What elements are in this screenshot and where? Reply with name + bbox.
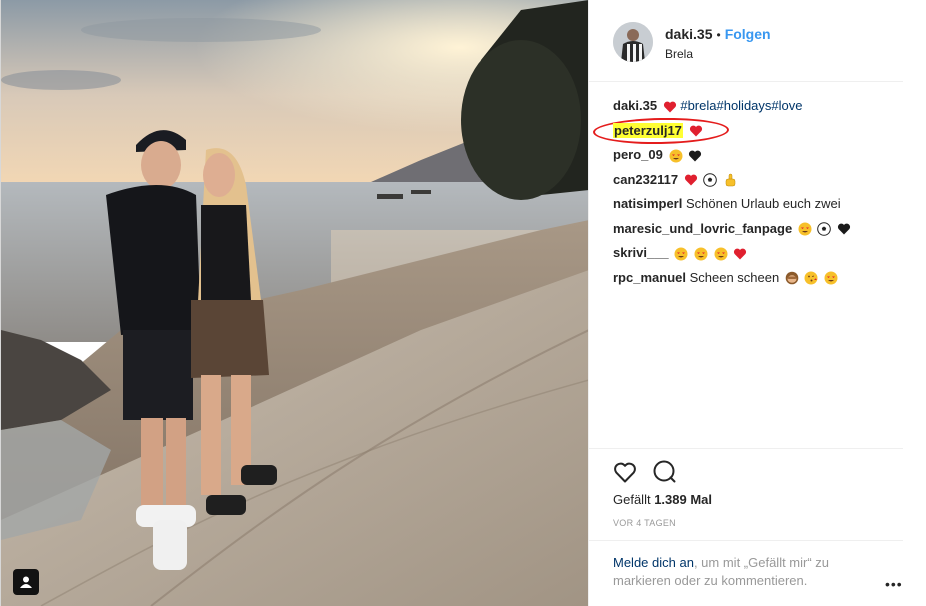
comment-username[interactable]: peterzulj17	[613, 122, 683, 138]
heart-eyes-emoji-icon	[714, 247, 728, 261]
actions-divider	[589, 448, 903, 449]
user-tag-icon	[20, 576, 32, 588]
likes-label: Gefällt	[613, 492, 651, 507]
soccer-ball-icon	[703, 173, 718, 187]
comment-username[interactable]: rpc_manuel	[613, 270, 686, 285]
separator-dot: •	[716, 28, 721, 42]
black-heart-icon	[688, 149, 702, 163]
heart-eyes-emoji-icon	[824, 271, 838, 285]
login-link[interactable]: Melde dich an	[613, 555, 694, 570]
avatar-image	[613, 22, 653, 62]
heart-outline-icon	[614, 462, 636, 483]
heart-eyes-emoji-icon	[674, 247, 688, 261]
black-heart-icon	[837, 222, 851, 236]
red-heart-icon	[684, 173, 698, 187]
comment-username[interactable]: natisimperl	[613, 196, 682, 211]
like-button[interactable]	[612, 459, 638, 485]
comment-row: peterzulj17	[613, 119, 903, 144]
user-tag-button[interactable]	[13, 569, 39, 595]
follow-button[interactable]: Folgen	[725, 26, 771, 42]
caption: daki.35 #brela#holidays#love	[613, 94, 903, 119]
likes-number: 1.389 Mal	[654, 492, 713, 507]
post-details-panel: daki.35 • Folgen Brela daki.35 #brela#holi…	[588, 0, 926, 606]
more-options-button[interactable]: •••	[885, 576, 903, 592]
comment-row: can232117	[613, 168, 903, 193]
comment-row: pero_09	[613, 143, 903, 168]
beach-photo-image	[1, 0, 588, 606]
red-heart-icon	[663, 100, 677, 114]
comment-username[interactable]: pero_09	[613, 147, 663, 162]
red-heart-icon	[733, 247, 747, 261]
likes-count[interactable]: Gefällt 1.389 Mal	[613, 492, 712, 507]
comment-row: rpc_manuel Scheen scheen	[613, 266, 903, 291]
avatar[interactable]	[613, 22, 653, 62]
kissing-face-icon	[804, 271, 818, 285]
comment-username[interactable]: skrivi___	[613, 245, 669, 260]
heart-eyes-emoji-icon	[669, 149, 683, 163]
pointing-hand-icon	[723, 173, 737, 187]
red-heart-icon	[689, 124, 703, 138]
login-prompt: Melde dich an, um mit „Gefällt mir“ zu m…	[613, 554, 863, 590]
comment-text: Scheen scheen	[689, 269, 780, 285]
comment-row: natisimperl Schönen Urlaub euch zwei	[613, 192, 903, 217]
comment-button[interactable]	[652, 459, 678, 485]
comment-row: skrivi___	[613, 241, 903, 266]
heart-eyes-emoji-icon	[798, 222, 812, 236]
heart-eyes-emoji-icon	[694, 247, 708, 261]
comment-username[interactable]: maresic_und_lovric_fanpage	[613, 221, 792, 236]
comments-list: daki.35 #brela#holidays#love peterzulj17…	[613, 94, 903, 290]
comment-text: Schönen Urlaub euch zwei	[685, 196, 841, 211]
soccer-ball-icon	[817, 222, 832, 236]
post-header: daki.35 • Folgen Brela	[589, 0, 903, 82]
login-divider	[589, 540, 903, 541]
see-no-evil-monkey-icon	[785, 271, 799, 285]
comment-row: maresic_und_lovric_fanpage	[613, 217, 903, 242]
post-photo[interactable]	[0, 0, 588, 606]
caption-hashtags[interactable]: #brela#holidays#love	[680, 98, 802, 113]
comment-username[interactable]: can232117	[613, 172, 678, 187]
speech-bubble-icon	[653, 460, 676, 483]
post-timestamp[interactable]: VOR 4 TAGEN	[613, 518, 676, 528]
location-link[interactable]: Brela	[665, 47, 693, 61]
header-user-row: daki.35 • Folgen	[665, 26, 771, 42]
header-username[interactable]: daki.35	[665, 26, 712, 42]
caption-username[interactable]: daki.35	[613, 98, 657, 113]
